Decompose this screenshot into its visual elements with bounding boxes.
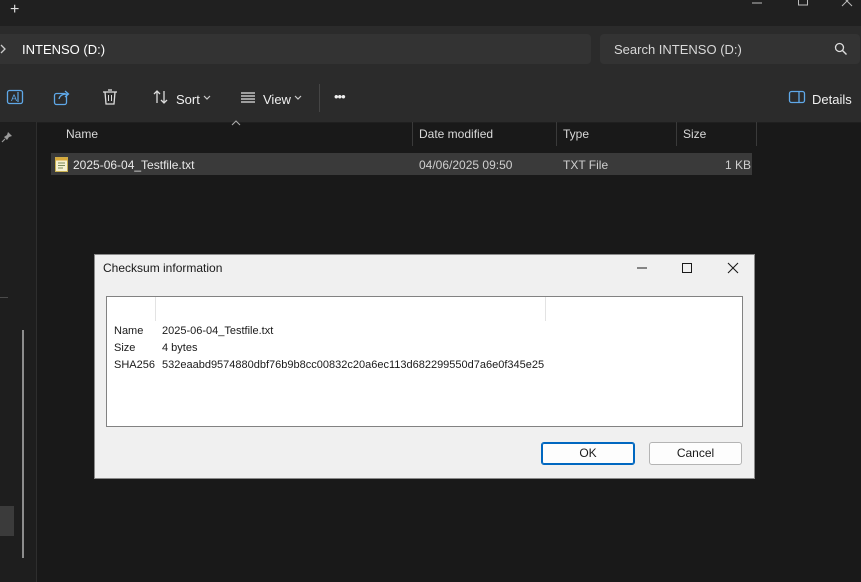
maximize-window-button[interactable] xyxy=(786,0,820,10)
column-header-type[interactable]: Type xyxy=(563,127,589,141)
nav-divider xyxy=(0,297,8,298)
details-pane-icon[interactable] xyxy=(788,88,806,106)
sort-ascending-icon xyxy=(231,120,241,126)
dialog-title: Checksum information xyxy=(103,261,223,275)
sort-button[interactable]: Sort xyxy=(176,92,200,107)
column-divider[interactable] xyxy=(556,122,557,146)
toolbar-separator xyxy=(319,84,320,112)
minimize-window-button[interactable] xyxy=(740,0,774,10)
file-date: 04/06/2025 09:50 xyxy=(419,158,513,172)
sort-icon[interactable] xyxy=(152,88,170,106)
close-window-button[interactable] xyxy=(830,0,861,10)
column-divider[interactable] xyxy=(756,122,757,146)
rename-icon[interactable]: A xyxy=(6,88,24,106)
dialog-close-button[interactable] xyxy=(724,259,742,277)
column-divider[interactable] xyxy=(412,122,413,146)
listbox-column-divider xyxy=(155,297,156,321)
chevron-right-icon[interactable] xyxy=(0,44,8,54)
details-button[interactable]: Details xyxy=(812,92,852,107)
chevron-down-icon xyxy=(294,95,302,100)
delete-icon[interactable] xyxy=(101,88,119,106)
column-header-size[interactable]: Size xyxy=(683,127,706,141)
info-key-name: Name xyxy=(114,325,144,337)
ok-button[interactable]: OK xyxy=(541,442,635,465)
search-input[interactable]: Search INTENSO (D:) xyxy=(614,42,742,57)
dialog-maximize-button[interactable] xyxy=(678,259,696,277)
new-tab-label: + xyxy=(10,1,20,18)
more-options-button[interactable]: ••• xyxy=(334,89,346,104)
search-icon[interactable] xyxy=(834,42,848,56)
view-button[interactable]: View xyxy=(263,92,291,107)
column-divider[interactable] xyxy=(676,122,677,146)
title-bar xyxy=(0,0,861,26)
address-path[interactable]: INTENSO (D:) xyxy=(22,42,105,57)
nav-selected-item[interactable] xyxy=(0,506,14,536)
view-icon[interactable] xyxy=(239,88,257,106)
pin-icon[interactable] xyxy=(1,131,13,143)
text-file-icon xyxy=(55,157,68,172)
minimize-icon xyxy=(752,2,762,4)
file-size: 1 KB xyxy=(725,158,752,172)
chevron-down-icon xyxy=(203,95,211,100)
info-key-size: Size xyxy=(114,342,136,354)
close-icon xyxy=(841,0,853,7)
maximize-icon xyxy=(798,0,808,6)
dialog-minimize-button[interactable] xyxy=(633,259,651,277)
info-value-sha256: 532eaabd9574880dbf76b9b8cc00832c20a6ec11… xyxy=(162,359,545,371)
info-value-name: 2025-06-04_Testfile.txt xyxy=(162,325,274,337)
cancel-button[interactable]: Cancel xyxy=(649,442,742,465)
info-key-sha256: SHA256 xyxy=(114,359,155,371)
share-icon[interactable] xyxy=(53,88,71,106)
listbox-column-divider xyxy=(545,297,546,321)
svg-text:A: A xyxy=(11,93,17,103)
column-header-date[interactable]: Date modified xyxy=(419,127,493,141)
file-type: TXT File xyxy=(563,158,609,172)
column-header-name[interactable]: Name xyxy=(66,127,98,141)
file-name[interactable]: 2025-06-04_Testfile.txt xyxy=(73,158,194,172)
nav-scrollbar[interactable] xyxy=(22,330,24,558)
info-value-size: 4 bytes xyxy=(162,342,198,354)
new-tab-button[interactable]: + xyxy=(10,1,26,18)
command-bar xyxy=(0,72,861,123)
